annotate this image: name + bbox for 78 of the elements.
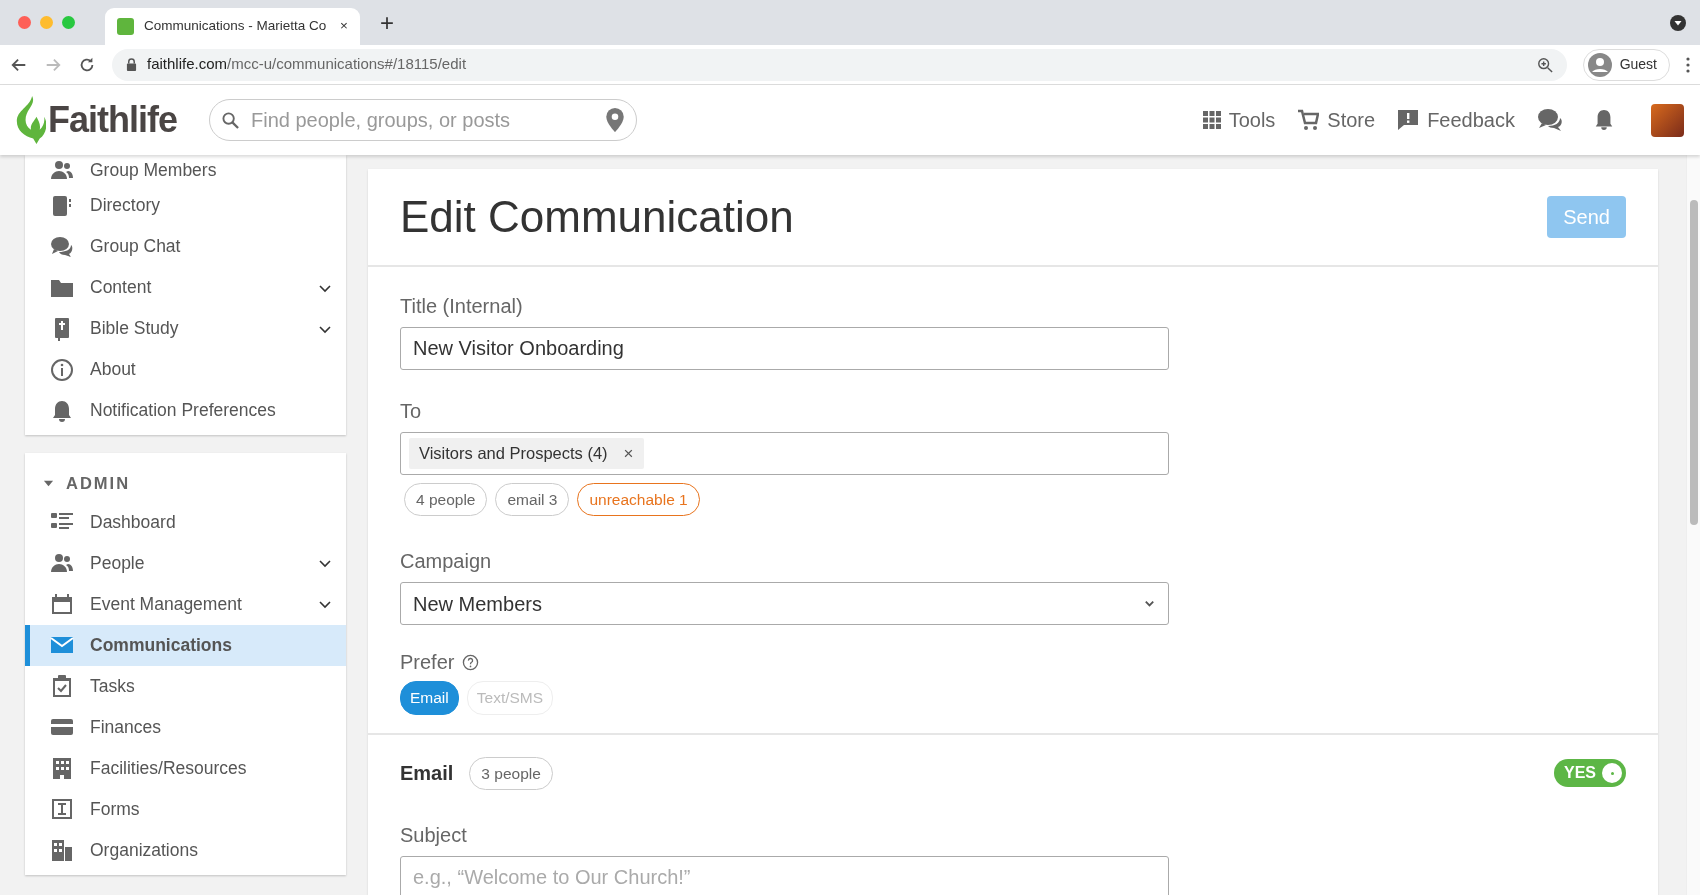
favicon-icon — [117, 18, 134, 35]
nav-link[interactable]: Store — [1297, 105, 1376, 135]
field-label: To — [400, 399, 422, 424]
sidebar-item[interactable]: Directory — [25, 185, 346, 226]
cart-icon — [1297, 109, 1320, 131]
token-label: Visitors and Prospects (4) — [419, 443, 608, 465]
count-pill: email 3 — [495, 483, 570, 517]
messages-button[interactable] — [1537, 108, 1563, 132]
section-heading[interactable]: ADMIN — [66, 471, 131, 496]
recipients-field[interactable]: Visitors and Prospects (4) × — [400, 432, 1169, 475]
building-icon — [50, 756, 74, 781]
feedback-icon — [1397, 109, 1420, 131]
sidebar-item[interactable]: Event Management — [25, 583, 346, 625]
field-label: Subject — [400, 822, 467, 848]
sidebar-item[interactable]: Finances — [25, 706, 346, 748]
help-icon — [462, 653, 480, 671]
lock-icon — [126, 58, 137, 71]
url-text: faithlife.com/mcc-u/communications#/18115/edit — [147, 54, 468, 75]
logo[interactable]: Faithlife — [16, 93, 177, 147]
notifications-button[interactable] — [1593, 108, 1615, 132]
people-icon — [50, 158, 74, 182]
nav-link[interactable]: Feedback — [1397, 105, 1515, 135]
sidebar-item[interactable]: Facilities/Resources — [25, 747, 346, 789]
minimize-window-button[interactable] — [40, 16, 53, 29]
field-label: Prefer — [400, 650, 455, 676]
chat-icon — [1537, 108, 1563, 132]
search-icon — [222, 111, 239, 129]
more-icon — [1686, 56, 1690, 73]
page-title: Edit Communication — [400, 190, 794, 243]
section-title: Email — [400, 761, 454, 787]
nav-link[interactable]: Tools — [1202, 105, 1276, 135]
count-pill: 3 people — [469, 756, 553, 790]
book-icon — [50, 193, 74, 218]
count-pill: 4 people — [404, 483, 488, 517]
dropdown-icon — [1670, 14, 1686, 31]
preference-option[interactable]: Email — [400, 681, 459, 715]
close-tab-button[interactable]: × — [340, 16, 348, 37]
address-bar[interactable]: faithlife.com/mcc-u/communications#/18115/edit — [112, 48, 1567, 81]
zoom-icon — [1536, 56, 1553, 73]
avatar-icon — [1587, 52, 1612, 77]
search-input[interactable]: Find people, groups, or posts — [249, 104, 596, 136]
sidebar-item[interactable]: Group Chat — [25, 226, 346, 267]
browser-tab[interactable]: Communications - Marietta Co × — [105, 8, 360, 45]
new-tab-button[interactable]: + — [380, 5, 394, 41]
sidebar-item[interactable]: Bible Study — [25, 308, 346, 349]
sidebar-item[interactable]: Forms — [25, 788, 346, 830]
sidebar-item[interactable]: Group Members — [25, 155, 346, 185]
scrollbar-thumb[interactable] — [1690, 200, 1698, 525]
bell-icon — [1593, 108, 1615, 132]
sidebar-item[interactable]: Organizations — [25, 829, 346, 871]
info-icon — [50, 357, 74, 382]
sidebar-item[interactable]: Dashboard — [25, 501, 346, 543]
sidebar-item[interactable]: People — [25, 542, 346, 584]
subject-field[interactable]: e.g., “Welcome to Our Church!” — [400, 855, 1169, 895]
sidebar-item[interactable]: About — [25, 349, 346, 390]
clipboard-icon — [50, 674, 74, 699]
sidebar-item[interactable]: Communications — [25, 624, 346, 666]
campaign-select[interactable]: New Members — [400, 582, 1169, 626]
flame-icon — [16, 96, 46, 144]
grid-icon — [1202, 111, 1221, 129]
location-pin-icon — [606, 108, 624, 132]
field-label: Campaign — [400, 549, 492, 575]
profile-avatar[interactable] — [1651, 103, 1684, 137]
sidebar-item[interactable]: Notification Preferences — [25, 390, 346, 431]
close-window-button[interactable] — [18, 16, 31, 29]
title-field[interactable]: New Visitor Onboarding — [400, 327, 1169, 370]
sidebar-item[interactable]: Tasks — [25, 665, 346, 707]
remove-button[interactable]: × — [623, 440, 634, 467]
count-pill: unreachable 1 — [577, 483, 700, 517]
bell-icon — [50, 398, 74, 423]
maximize-window-button[interactable] — [62, 16, 75, 29]
chat-icon — [50, 234, 74, 259]
field-label: Title (Internal) — [400, 294, 523, 319]
sidebar-item[interactable]: Content — [25, 267, 346, 308]
tab-title: Communications - Marietta Co — [144, 17, 328, 36]
form-icon — [50, 797, 74, 822]
building-icon — [50, 838, 74, 863]
calendar-icon — [50, 592, 74, 617]
